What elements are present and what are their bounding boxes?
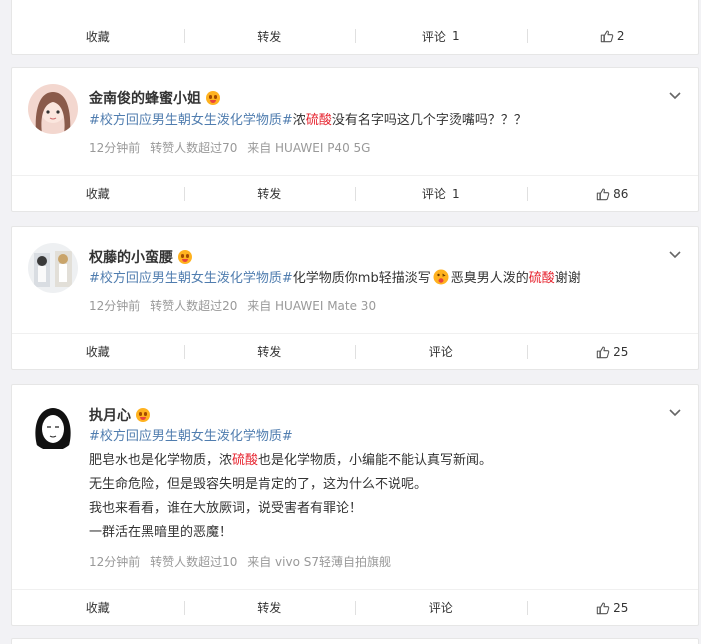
comment-button[interactable]: 评论 1 [355,176,527,212]
post-text: #校方回应男生朝女生泼化学物质#浓硫酸没有名字吗这几个字烫嘴吗？？？ [89,109,527,133]
user-line: 执月心 [89,405,150,425]
comment-label: 评论 [428,345,453,359]
action-bar: 收藏 转发 评论 1 2 [12,18,698,54]
favorite-button[interactable]: 收藏 [12,334,184,370]
post-meta: 12分钟前 转赞人数超过70 来自 HUAWEI P40 5G [89,139,370,156]
like-count: 25 [613,344,629,359]
repost-summary: 转赞人数超过10 [150,555,238,569]
post-meta: 12分钟前 转赞人数超过10 来自 vivo S7轻薄自拍旗舰 [89,553,391,570]
repost-summary: 转赞人数超过70 [150,141,238,155]
text-segment: 肥皂水也是化学物质，浓 [89,453,233,468]
post-source: 来自 HUAWEI P40 5G [247,141,371,155]
avatar[interactable] [28,401,78,451]
thumbs-up-icon [596,346,610,358]
post-text: #校方回应男生朝女生泼化学物质#化学物质你mb轻描淡写 恶臭男人泼的硫酸谢谢 [89,267,581,291]
chevron-down-icon[interactable] [668,247,682,261]
member-badge-icon [178,250,192,264]
favorite-button[interactable]: 收藏 [12,590,184,626]
chevron-down-icon[interactable] [668,405,682,419]
topic-link[interactable]: #校方回应男生朝女生泼化学物质# [89,429,293,444]
post-meta: 12分钟前 转赞人数超过20 来自 HUAWEI Mate 30 [89,297,376,314]
tongue-emoji-icon [433,269,449,285]
like-count: 2 [616,29,625,43]
text-segment: 谢谢 [554,271,581,286]
repost-button[interactable]: 转发 [183,334,356,370]
thumbs-up-icon [596,602,610,614]
highlight-keyword: 硫酸 [528,271,555,286]
comment-count: 1 [451,186,460,201]
topic-link[interactable]: #校方回应男生朝女生泼化学物质# [89,113,293,128]
favorite-button[interactable]: 收藏 [12,176,184,212]
comment-button[interactable]: 评论 1 [355,18,527,54]
comment-label: 评论 [428,601,453,615]
comment-count: 1 [451,29,460,43]
comment-label: 评论 [421,29,446,44]
repost-button[interactable]: 转发 [183,590,356,626]
user-line: 金南俊的蜂蜜小姐 [89,88,220,108]
avatar[interactable] [28,84,78,134]
text-line: 无生命危险，但是毁容失明是肯定的了，这为什么不说呢。 [89,477,428,492]
highlight-keyword: 硫酸 [232,453,259,468]
text-segment: 也是化学物质，小编能不能认真写新闻。 [258,453,493,468]
post-time[interactable]: 12分钟前 [89,141,140,155]
action-bar: 收藏 转发 评论 25 [12,589,698,625]
like-button[interactable]: 86 [526,176,699,212]
member-badge-icon [136,408,150,422]
favorite-label: 收藏 [85,187,110,201]
comment-button[interactable]: 评论 [355,590,527,626]
like-count: 86 [613,186,629,201]
repost-button[interactable]: 转发 [183,176,356,212]
chevron-down-icon[interactable] [668,88,682,102]
repost-summary: 转赞人数超过20 [150,299,238,313]
user-line: 权藤的小蛮腰 [89,247,192,267]
text-segment: 化学物质你mb轻描淡写 [292,271,431,286]
topic-link[interactable]: #校方回应男生朝女生泼化学物质# [89,271,293,286]
favorite-button[interactable]: 收藏 [12,18,184,54]
username[interactable]: 权藤的小蛮腰 [89,247,173,267]
highlight-keyword: 硫酸 [305,113,332,128]
text-segment: 没有名字吗这几个字烫嘴吗？？？ [331,113,527,128]
post-source: 来自 HUAWEI Mate 30 [247,299,377,313]
post-text: #校方回应男生朝女生泼化学物质# 肥皂水也是化学物质，浓硫酸也是化学物质，小编能… [89,425,492,545]
like-button[interactable]: 25 [526,334,699,370]
thumbs-up-icon [600,30,614,43]
post-card-3: 执月心 #校方回应男生朝女生泼化学物质# 肥皂水也是化学物质，浓硫酸也是化学物质… [11,384,699,626]
repost-label: 转发 [257,345,282,359]
text-line: 我也来看看，谁在大放厥词，说受害者有罪论！ [89,501,363,516]
favorite-label: 收藏 [85,601,110,615]
action-bar: 收藏 转发 评论 25 [12,333,698,369]
favorite-label: 收藏 [85,29,110,44]
post-card-2: 权藤的小蛮腰 #校方回应男生朝女生泼化学物质#化学物质你mb轻描淡写 恶臭男人泼的… [11,226,699,370]
action-bar: 收藏 转发 评论 1 86 [12,175,698,211]
username[interactable]: 金南俊的蜂蜜小姐 [89,88,201,108]
text-segment: 浓 [292,113,306,128]
avatar[interactable] [28,243,78,293]
post-card-4 [11,638,699,644]
text-segment: 恶臭男人泼的 [450,271,529,286]
member-badge-icon [206,91,220,105]
post-time[interactable]: 12分钟前 [89,299,140,313]
post-source: 来自 vivo S7轻薄自拍旗舰 [247,555,391,569]
repost-label: 转发 [257,29,282,44]
like-button[interactable]: 25 [526,590,699,626]
comment-button[interactable]: 评论 [355,334,527,370]
post-card-0: 收藏 转发 评论 1 2 [11,0,699,55]
like-button[interactable]: 2 [526,18,699,54]
comment-label: 评论 [421,187,446,201]
like-count: 25 [613,600,629,615]
thumbs-up-icon [596,188,610,200]
favorite-label: 收藏 [85,345,110,359]
repost-button[interactable]: 转发 [183,18,356,54]
repost-label: 转发 [257,601,282,615]
post-time[interactable]: 12分钟前 [89,555,140,569]
text-line: 一群活在黑暗里的恶魔！ [89,525,233,540]
repost-label: 转发 [257,187,282,201]
username[interactable]: 执月心 [89,405,131,425]
post-card-1: 金南俊的蜂蜜小姐 #校方回应男生朝女生泼化学物质#浓硫酸没有名字吗这几个字烫嘴吗… [11,67,699,212]
